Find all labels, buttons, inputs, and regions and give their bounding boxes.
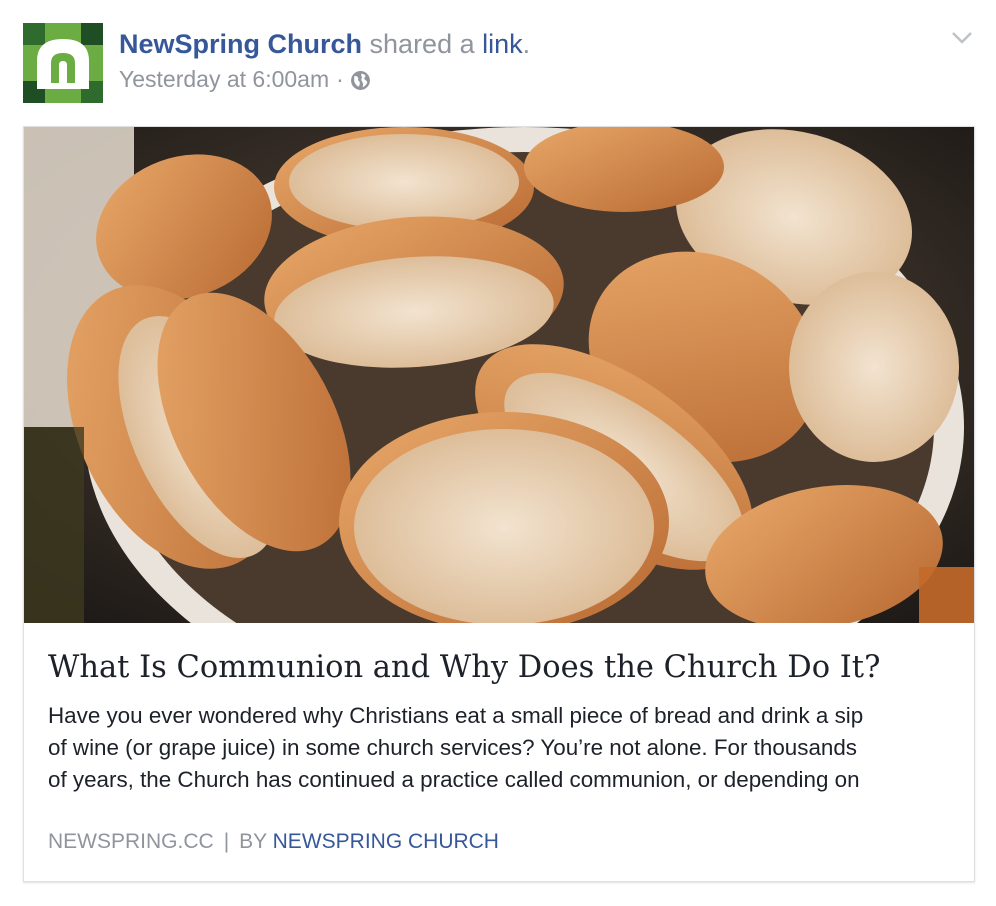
- post-title-line: NewSpring Church shared a link.: [119, 27, 530, 61]
- bread-bowl-photo: [24, 127, 974, 623]
- timestamp-link[interactable]: Yesterday at 6:00am: [119, 65, 329, 93]
- source-domain: NEWSPRING.CC: [48, 830, 214, 853]
- link-preview-image[interactable]: [24, 127, 974, 623]
- post-meta: Yesterday at 6:00am ·: [119, 65, 530, 93]
- description-line: of years, the Church has continued a pra…: [48, 767, 860, 792]
- newspring-logo-icon: [23, 23, 103, 103]
- meta-dot: ·: [336, 66, 344, 92]
- source-separator: |: [223, 830, 230, 853]
- shared-link[interactable]: link: [482, 29, 523, 59]
- post-header: NewSpring Church shared a link. Yesterda…: [23, 23, 973, 105]
- by-label: BY: [239, 830, 267, 853]
- author-link[interactable]: NEWSPRING CHURCH: [273, 830, 499, 853]
- description-line: Have you ever wondered why Christians ea…: [48, 703, 864, 728]
- globe-icon[interactable]: [350, 69, 371, 90]
- link-description: Have you ever wondered why Christians ea…: [48, 700, 958, 796]
- link-source: NEWSPRING.CC | BY NEWSPRING CHURCH: [48, 827, 499, 857]
- link-title[interactable]: What Is Communion and Why Does the Churc…: [48, 648, 958, 688]
- avatar[interactable]: [23, 23, 103, 103]
- link-preview-card[interactable]: What Is Communion and Why Does the Churc…: [23, 126, 975, 882]
- shared-text: shared a: [369, 29, 475, 59]
- description-line: of wine (or grape juice) in some church …: [48, 735, 857, 760]
- period: .: [522, 29, 531, 59]
- chevron-down-icon[interactable]: [951, 31, 973, 45]
- post-header-text: NewSpring Church shared a link. Yesterda…: [119, 27, 530, 93]
- page-name-link[interactable]: NewSpring Church: [119, 29, 362, 59]
